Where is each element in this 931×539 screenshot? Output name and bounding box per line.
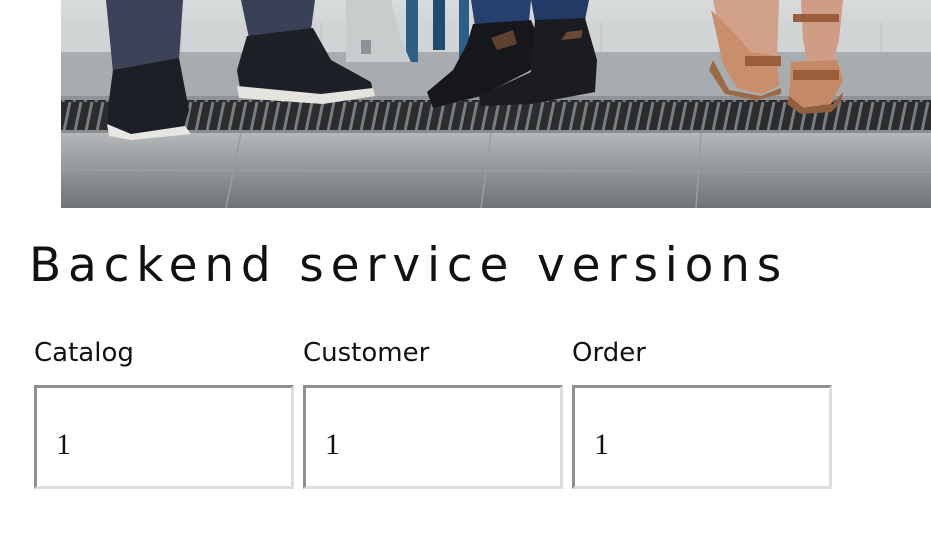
customer-version-label: Customer [303,338,430,368]
customer-version-input[interactable] [303,385,563,489]
hero-image [61,0,931,208]
catalog-version-group: Catalog [34,335,296,489]
page-title: Backend service versions [29,238,789,293]
order-version-label: Order [572,338,646,368]
order-version-group: Order [572,335,834,489]
customer-version-group: Customer [303,335,565,489]
order-version-input[interactable] [572,385,832,489]
catalog-version-input[interactable] [34,385,294,489]
catalog-version-label: Catalog [34,338,134,368]
